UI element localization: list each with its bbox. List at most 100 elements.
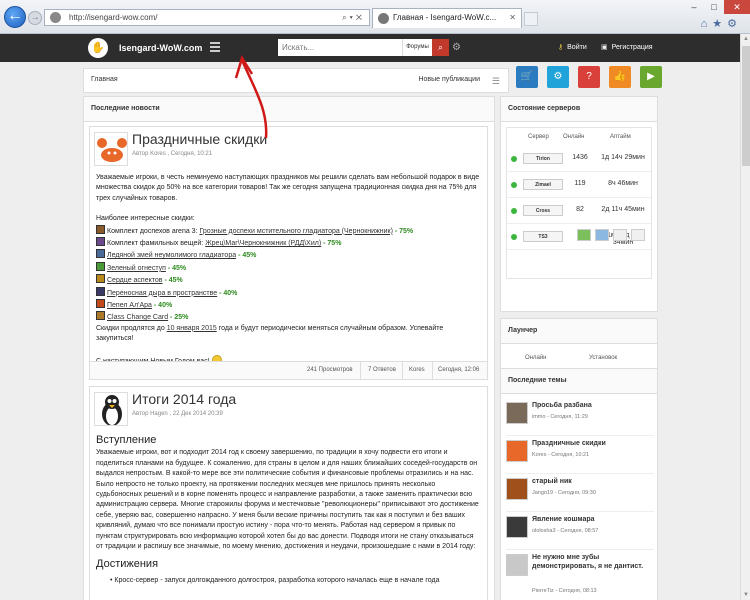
avatar[interactable]: [506, 402, 528, 424]
item-prefix: Комплект доспехов arena 3:: [107, 227, 200, 235]
search-filter[interactable]: Форумы: [402, 39, 432, 56]
bullet-item: • Кросс-сервер - запуск долгожданного до…: [110, 576, 440, 584]
close-icon[interactable]: ✕: [724, 0, 750, 14]
list-item[interactable]: старый ник Jango19 - Сегодня, 09:30: [506, 474, 654, 512]
post-title[interactable]: Праздничные скидки: [132, 131, 267, 147]
item-link[interactable]: Сердце аспектов: [107, 277, 163, 284]
list-item[interactable]: Явление кошмара ololosha3 - Сегодня, 08:5…: [506, 512, 654, 550]
window-icon[interactable]: [631, 229, 645, 241]
minimize-icon[interactable]: –: [684, 0, 704, 14]
topic-title[interactable]: Явление кошмара: [532, 515, 650, 524]
topic-meta: ololosha3 - Сегодня, 08:57: [532, 528, 599, 534]
address-bar[interactable]: http://isengard-wow.com/ ⌕▾✕: [44, 9, 370, 26]
settings-button[interactable]: ⚙: [547, 66, 569, 88]
avatar[interactable]: [506, 440, 528, 462]
topic-title[interactable]: старый ник: [532, 477, 650, 486]
list-item[interactable]: Просьба разбана immo - Сегодня, 11:29: [506, 398, 654, 436]
post-author[interactable]: Kores: [409, 367, 425, 373]
window-controls: – □ ✕: [684, 0, 750, 14]
date-link[interactable]: 10 января 2015: [167, 325, 217, 332]
server-online: 119: [574, 180, 586, 187]
breadcrumb-home[interactable]: Главная: [91, 76, 118, 83]
search-button[interactable]: ⌕: [432, 39, 449, 56]
question-icon: ?: [586, 71, 592, 82]
server-name[interactable]: Zimael: [523, 179, 563, 190]
post-replies[interactable]: 7 Ответов: [368, 367, 396, 373]
vote-button[interactable]: 👍: [609, 66, 631, 88]
item-link[interactable]: Class Change Card: [107, 314, 168, 321]
tab-close-icon[interactable]: ✕: [509, 9, 516, 27]
post-avatar-penguin[interactable]: [94, 392, 128, 426]
list-item[interactable]: Праздничные скидки Kores - Сегодня, 10:21: [506, 436, 654, 474]
home-icon[interactable]: ⌂: [701, 18, 713, 30]
discount-item: Ледяной змей неумолимого гладиатора - 45…: [96, 249, 482, 261]
server-name[interactable]: Cross: [523, 205, 563, 216]
discount-item: Сердце аспектов - 45%: [96, 274, 482, 286]
shop-button[interactable]: 🛒: [516, 66, 538, 88]
item-link[interactable]: Жрец\Маг\Чернокнижник (РДД\Хил): [205, 240, 321, 247]
item-link[interactable]: Ледяной змей неумолимого гладиатора: [107, 252, 236, 259]
bullet-text: Кросс-сервер - запуск долгожданного долг…: [114, 576, 440, 584]
maximize-icon[interactable]: □: [704, 0, 724, 14]
list-item[interactable]: Не нужно мне зубы демонстрировать, я не …: [506, 550, 654, 600]
cart-icon: 🛒: [520, 71, 534, 82]
search-input[interactable]: [278, 39, 402, 56]
avatar[interactable]: [506, 516, 528, 538]
browser-toolbar: ← → http://isengard-wow.com/ ⌕▾✕ Главная…: [0, 0, 750, 34]
tab-favicon-icon: [378, 13, 389, 24]
avatar[interactable]: [506, 554, 528, 576]
list-icon[interactable]: ☰: [492, 76, 500, 87]
video-button[interactable]: ▶: [640, 66, 662, 88]
site-logo-icon[interactable]: ✋: [88, 38, 108, 58]
menu-icon[interactable]: [210, 42, 220, 52]
browser-tab[interactable]: Главная - Isengard-WoW.c... ✕: [372, 8, 522, 28]
refresh-icon[interactable]: [577, 229, 591, 241]
post-avatar-crab[interactable]: [94, 132, 128, 166]
topic-title[interactable]: Не нужно мне зубы демонстрировать, я не …: [532, 553, 650, 571]
site-name[interactable]: Isengard-WoW.com: [119, 43, 202, 53]
login-link[interactable]: ⚷ Войти: [558, 43, 587, 51]
server-name[interactable]: TS3: [523, 231, 563, 242]
item-icon: [96, 311, 105, 321]
topic-meta: Kores - Сегодня, 10:21: [532, 452, 590, 458]
search-refresh-icon[interactable]: ⌕▾✕: [342, 10, 365, 25]
login-label: Войти: [567, 44, 587, 51]
post-views: 241 Просмотров: [307, 367, 353, 373]
section-heading-achievements: Достижения: [96, 558, 159, 571]
item-discount: - 75%: [323, 240, 342, 248]
item-link[interactable]: Переносная дыра в пространстве: [107, 290, 217, 297]
scrollbar[interactable]: ▲ ▼: [740, 34, 750, 600]
browser-toolbar-icons[interactable]: ⌂★⚙: [701, 17, 742, 30]
chart-icon[interactable]: [595, 229, 609, 241]
server-uptime: 1д 14ч 29мин: [601, 154, 645, 161]
discount-item: Class Change Card - 25%: [96, 311, 482, 323]
gear-icon[interactable]: ⚙: [727, 18, 742, 30]
discount-list: Комплект доспехов arena 3: Грозные доспе…: [96, 224, 482, 324]
new-tab-button[interactable]: [524, 12, 538, 26]
item-prefix: Комплект фамильных вещей:: [107, 240, 206, 248]
forward-icon[interactable]: →: [28, 11, 42, 25]
post-title[interactable]: Итоги 2014 года: [132, 391, 236, 407]
post-intro: Уважаемые игроки, вот и подходит 2014 го…: [96, 449, 479, 551]
avatar[interactable]: [506, 478, 528, 500]
server-name[interactable]: Tirion: [523, 153, 563, 164]
server-uptime: 2д 11ч 45мин: [601, 206, 645, 213]
scroll-down-icon[interactable]: ▼: [743, 592, 749, 598]
post-time: Сегодня, 12:06: [438, 367, 480, 373]
server-table: Сервер Онлайн Аптайм Tirion 1436 1д 14ч 29…: [506, 127, 652, 279]
back-icon[interactable]: ←: [4, 6, 26, 28]
item-link[interactable]: Пепел Ал'Ара: [107, 302, 152, 309]
scroll-up-icon[interactable]: ▲: [743, 36, 749, 42]
monitor-icon[interactable]: [613, 229, 627, 241]
scrollbar-thumb[interactable]: [742, 46, 750, 166]
star-icon[interactable]: ★: [712, 18, 727, 30]
item-link[interactable]: Грозные доспехи мстительного гладиатора …: [199, 228, 392, 235]
register-link[interactable]: ▣ Регистрация: [601, 43, 653, 51]
post-2: Итоги 2014 года Автор Hagen , 22 Дек 201…: [89, 386, 488, 600]
item-link[interactable]: Зеленый огнеступ: [107, 265, 166, 272]
new-publications-link[interactable]: Новые публикации: [418, 76, 480, 83]
topic-title[interactable]: Просьба разбана: [532, 401, 650, 410]
search-options-gear-icon[interactable]: ⚙: [452, 42, 461, 53]
topic-title[interactable]: Праздничные скидки: [532, 439, 650, 448]
help-button[interactable]: ?: [578, 66, 600, 88]
